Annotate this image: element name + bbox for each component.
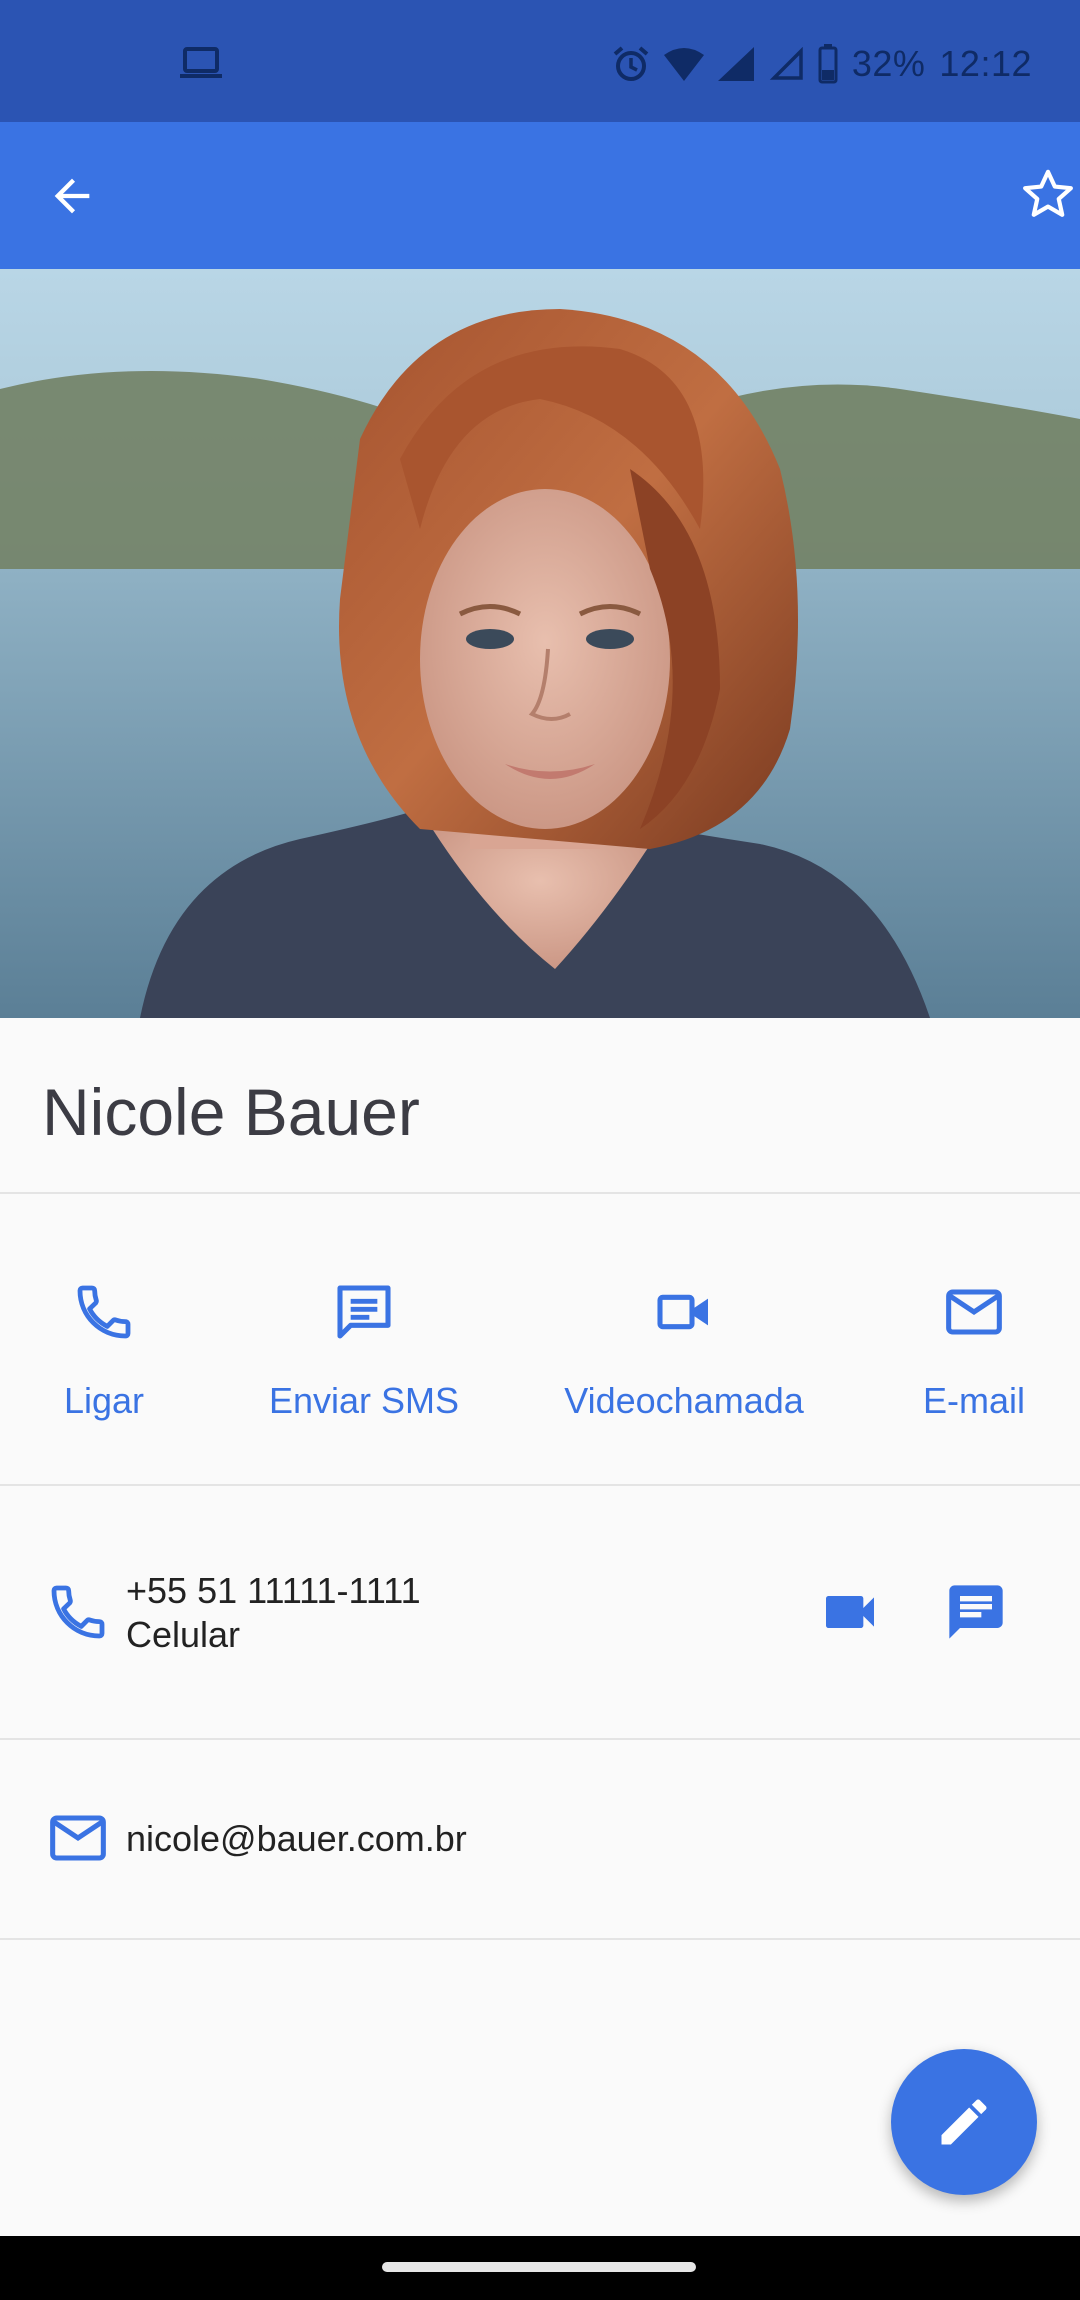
email-address: nicole@bauer.com.br	[126, 1818, 467, 1859]
message-icon[interactable]	[944, 1580, 1008, 1644]
videocam-icon[interactable]	[818, 1580, 882, 1644]
phone-icon	[77, 1285, 131, 1339]
sms-action-button[interactable]: Enviar SMS	[254, 1192, 474, 1484]
video-call-action-label: Videochamada	[564, 1380, 804, 1421]
laptop-icon	[180, 47, 222, 78]
message-icon	[337, 1285, 391, 1339]
navigation-bar	[0, 2236, 1080, 2300]
signal-outline-icon	[769, 47, 803, 80]
videocam-icon	[657, 1294, 708, 1330]
call-action-label: Ligar	[63, 1380, 145, 1421]
status-icons: 32% 12:12	[612, 38, 1032, 90]
call-action-button[interactable]: Ligar	[24, 1192, 184, 1484]
sms-action-label: Enviar SMS	[268, 1380, 460, 1421]
email-row[interactable]: nicole@bauer.com.br	[0, 1738, 1080, 1940]
arrow-back-icon[interactable]	[46, 170, 98, 222]
email-action-label: E-mail	[922, 1380, 1025, 1421]
video-call-action-button[interactable]: Videochamada	[548, 1192, 820, 1484]
phone-number: +55 51 11111-1111	[126, 1570, 421, 1611]
contact-photo	[0, 269, 1080, 1018]
quick-actions: Ligar Enviar SMS Videochamada E-mail	[0, 1192, 1080, 1486]
edit-pencil-icon	[941, 2099, 987, 2145]
contact-name-row: Nicole Bauer	[0, 1018, 1080, 1194]
mail-icon	[50, 1815, 106, 1861]
phone-icon	[51, 1585, 105, 1639]
signal-icon	[717, 47, 754, 81]
home-gesture-handle[interactable]	[382, 2262, 696, 2272]
email-action-button[interactable]: E-mail	[904, 1192, 1044, 1484]
wifi-icon	[663, 48, 704, 81]
phone-number-row[interactable]: +55 51 11111-1111 Celular	[0, 1484, 1080, 1740]
mail-icon	[946, 1289, 1002, 1335]
star-outline-icon[interactable]	[1020, 166, 1076, 222]
alarm-icon	[613, 46, 649, 81]
contact-name: Nicole Bauer	[42, 1075, 420, 1149]
phone-type: Celular	[126, 1614, 241, 1655]
status-bar: 32% 12:12	[0, 0, 1080, 122]
edit-contact-button[interactable]	[891, 2049, 1037, 2195]
battery-percentage: 32%	[851, 43, 926, 84]
app-bar	[0, 122, 1080, 269]
clock: 12:12	[939, 43, 1032, 84]
battery-icon	[818, 44, 838, 84]
